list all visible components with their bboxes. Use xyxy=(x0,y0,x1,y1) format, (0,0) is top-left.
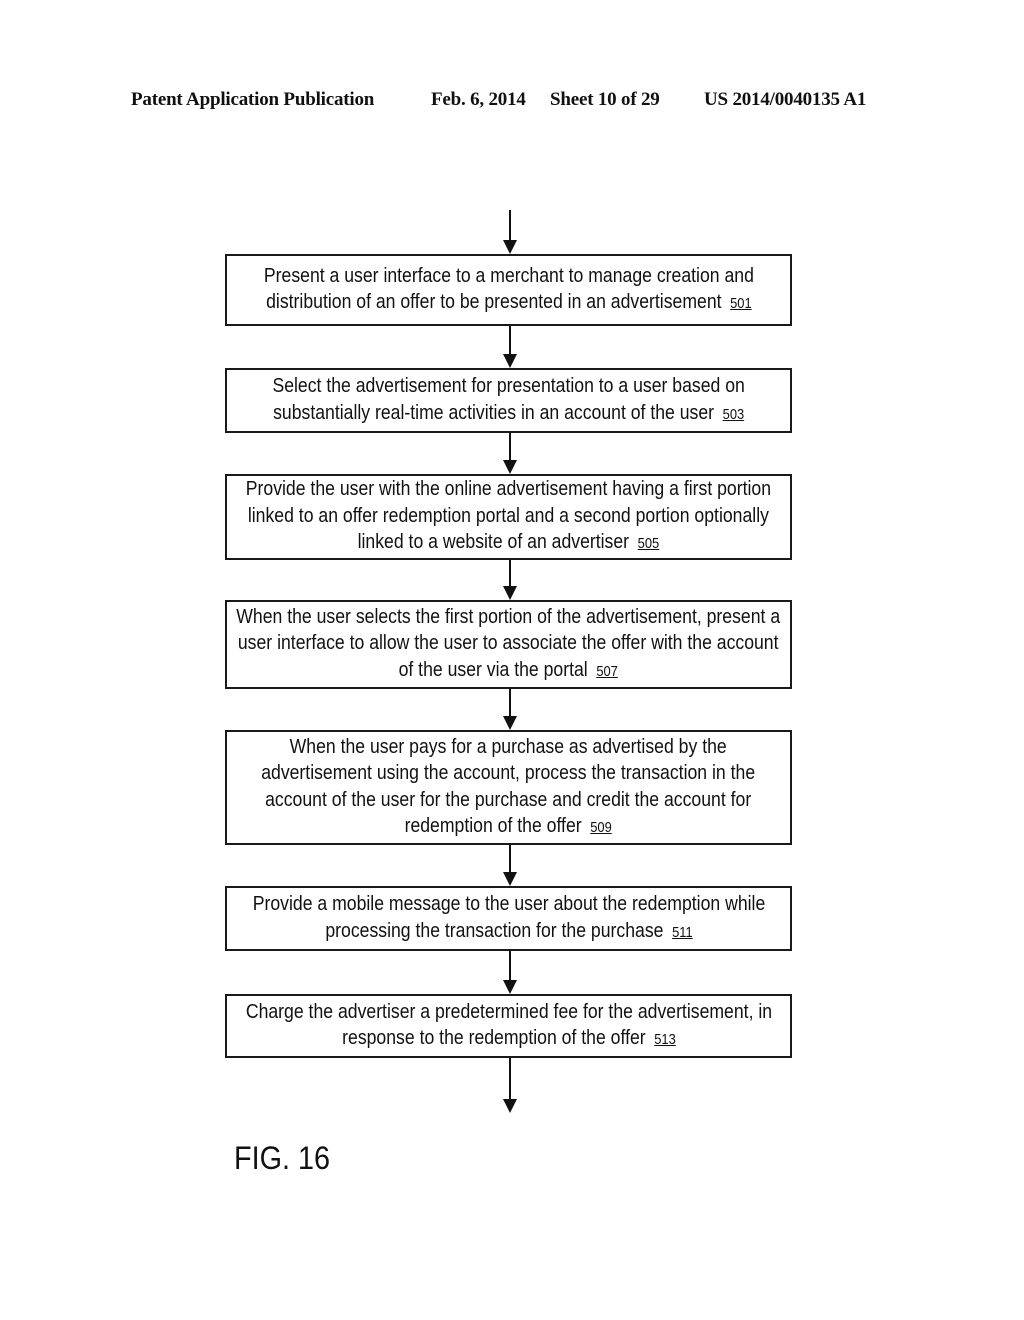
flow-arrow xyxy=(503,689,517,730)
step-text-line: Charge the advertiser a predetermined fe… xyxy=(245,999,772,1023)
step-text: Provide a mobile message to the user abo… xyxy=(252,891,765,946)
step-box-505: Provide the user with the online adverti… xyxy=(225,474,792,560)
step-reference-number: 505 xyxy=(637,535,660,553)
flow-arrow xyxy=(503,951,517,994)
step-text: When the user selects the first portion … xyxy=(237,604,781,686)
step-text-line: user interface to allow the user to asso… xyxy=(238,631,779,655)
step-text: Charge the advertiser a predetermined fe… xyxy=(245,999,771,1054)
step-text-line: Provide the user with the online adverti… xyxy=(245,477,772,501)
step-text-line: Provide a mobile message to the user abo… xyxy=(252,892,765,915)
step-reference-number: 501 xyxy=(729,295,752,312)
step-reference-number: 507 xyxy=(596,662,619,680)
flow-arrow xyxy=(503,560,517,600)
step-reference-number: 511 xyxy=(671,923,693,941)
figure-label: FIG. 16 xyxy=(234,1140,331,1176)
header-sheet: Sheet 10 of 29 xyxy=(550,89,660,110)
flow-arrow xyxy=(503,845,517,886)
step-box-513: Charge the advertiser a predetermined fe… xyxy=(225,994,792,1058)
step-text-line: of the user via the portal 507 xyxy=(398,657,619,681)
step-reference-number: 503 xyxy=(722,405,745,423)
step-text: Select the advertisement for presentatio… xyxy=(272,373,744,428)
step-text-line: linked to a website of an advertiser 505 xyxy=(357,530,660,554)
step-text-line: When the user selects the first portion … xyxy=(236,604,781,628)
step-text-line: advertisement using the account, process… xyxy=(261,761,756,784)
header-date: Feb. 6, 2014 xyxy=(431,89,526,110)
header-patent-number: US 2014/0040135 A1 xyxy=(704,89,867,110)
flow-arrow xyxy=(503,1058,517,1113)
flow-arrow xyxy=(503,433,517,474)
step-text: When the user pays for a purchase as adv… xyxy=(262,734,756,842)
step-text-line: account of the user for the purchase and… xyxy=(265,787,752,811)
step-text: Provide the user with the online adverti… xyxy=(246,476,771,558)
step-reference-number: 513 xyxy=(653,1031,676,1048)
step-text: Present a user interface to a merchant t… xyxy=(263,263,753,318)
step-text-line: When the user pays for a purchase as adv… xyxy=(289,734,728,758)
step-box-501: Present a user interface to a merchant t… xyxy=(225,254,792,326)
step-reference-number: 509 xyxy=(590,819,613,836)
step-text-line: Select the advertisement for presentatio… xyxy=(272,374,745,397)
step-text-line: Present a user interface to a merchant t… xyxy=(263,263,754,287)
step-text-line: linked to an offer redemption portal and… xyxy=(247,503,770,527)
step-text-line: processing the transaction for the purch… xyxy=(324,918,693,942)
step-box-509: When the user pays for a purchase as adv… xyxy=(225,730,792,845)
step-text-line: substantially real-time activities in an… xyxy=(272,400,745,424)
flow-arrow xyxy=(503,326,517,368)
flow-arrow xyxy=(503,210,517,254)
step-box-507: When the user selects the first portion … xyxy=(225,600,792,689)
step-box-511: Provide a mobile message to the user abo… xyxy=(225,886,792,951)
step-box-503: Select the advertisement for presentatio… xyxy=(225,368,792,433)
step-text-line: response to the redemption of the offer 5… xyxy=(341,1026,676,1049)
step-text-line: redemption of the offer 509 xyxy=(404,814,613,837)
step-text-line: distribution of an offer to be presented… xyxy=(265,290,752,313)
header-publication: Patent Application Publication xyxy=(131,89,375,110)
